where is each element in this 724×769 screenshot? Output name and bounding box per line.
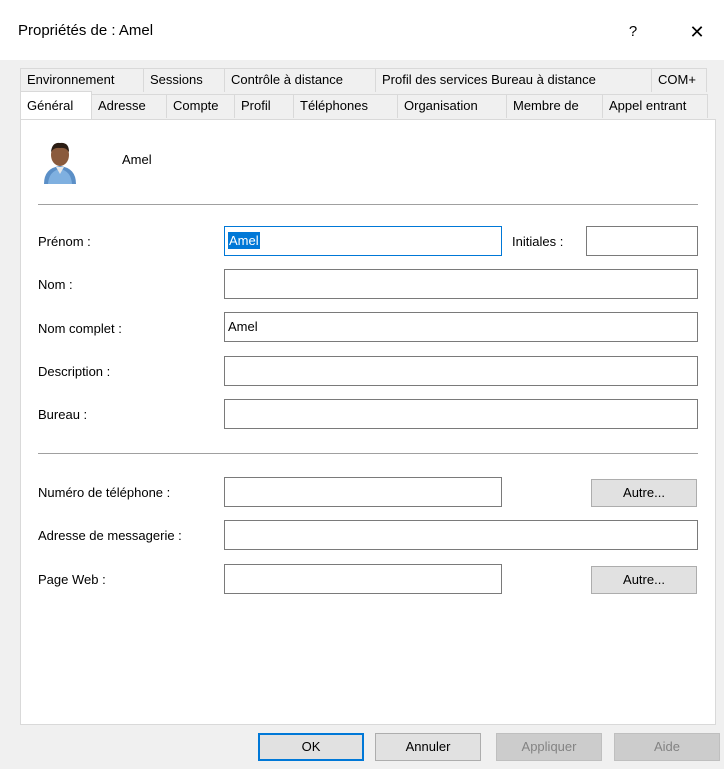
full-name-field[interactable]: Amel [224, 312, 698, 342]
first-name-label: Prénom : [38, 234, 91, 249]
cancel-button[interactable]: Annuler [375, 733, 481, 761]
title-bar: Propriétés de : Amel ? ✕ [0, 0, 724, 60]
phone-field[interactable] [224, 477, 502, 507]
tab-appel-entrant[interactable]: Appel entrant [602, 94, 708, 118]
email-label: Adresse de messagerie : [38, 528, 182, 543]
tab-com-plus[interactable]: COM+ [651, 68, 707, 92]
apply-button[interactable]: Appliquer [496, 733, 602, 761]
tab-sessions[interactable]: Sessions [143, 68, 225, 92]
separator-top [38, 204, 698, 205]
tab-row-1: Environnement Sessions Contrôle à distan… [20, 68, 707, 92]
description-field[interactable] [224, 356, 698, 386]
tab-environnement[interactable]: Environnement [20, 68, 144, 92]
tab-general[interactable]: Général [20, 91, 92, 119]
tab-organisation[interactable]: Organisation [397, 94, 507, 118]
first-name-value: Amel [228, 232, 260, 249]
user-avatar-icon [44, 142, 76, 184]
first-name-field[interactable]: Amel [224, 226, 502, 256]
last-name-field[interactable] [224, 269, 698, 299]
window-title: Propriétés de : Amel [18, 22, 154, 39]
last-name-label: Nom : [38, 277, 73, 292]
description-label: Description : [38, 364, 111, 379]
close-button[interactable]: ✕ [682, 18, 712, 46]
tab-row-2: Général Adresse Compte Profil Téléphones… [20, 91, 708, 119]
help-footer-button[interactable]: Aide [614, 733, 720, 761]
initials-field[interactable] [586, 226, 698, 256]
web-page-field[interactable] [224, 564, 502, 594]
tab-profil-services-bureau[interactable]: Profil des services Bureau à distance [375, 68, 652, 92]
separator-middle [38, 453, 698, 454]
full-name-label: Nom complet : [38, 321, 122, 336]
help-button[interactable]: ? [618, 18, 648, 46]
tab-adresse[interactable]: Adresse [91, 94, 167, 118]
tab-membre-de[interactable]: Membre de [506, 94, 603, 118]
office-label: Bureau : [38, 407, 88, 422]
tab-profil[interactable]: Profil [234, 94, 294, 118]
tab-compte[interactable]: Compte [166, 94, 235, 118]
office-field[interactable] [224, 399, 698, 429]
phone-label: Numéro de téléphone : [38, 485, 171, 500]
phone-other-button[interactable]: Autre... [591, 479, 697, 507]
web-page-label: Page Web : [38, 572, 106, 587]
email-field[interactable] [224, 520, 698, 550]
ok-button[interactable]: OK [258, 733, 364, 761]
initials-label: Initiales : [512, 234, 564, 249]
tab-controle-distance[interactable]: Contrôle à distance [224, 68, 376, 92]
user-display-name: Amel [122, 152, 152, 167]
tab-telephones[interactable]: Téléphones [293, 94, 398, 118]
web-other-button[interactable]: Autre... [591, 566, 697, 594]
